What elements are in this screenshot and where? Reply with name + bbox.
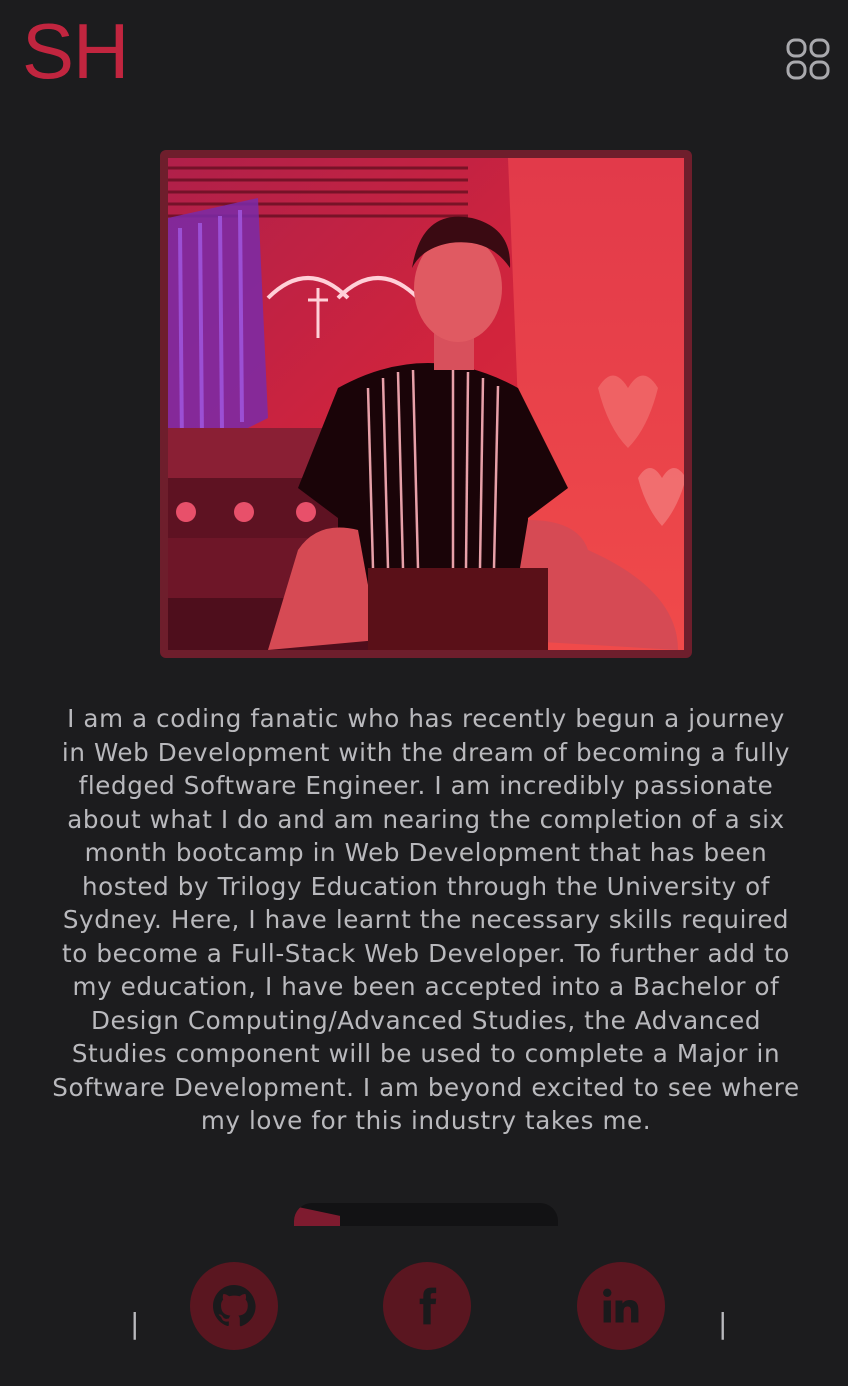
left-separator: | — [130, 1307, 140, 1340]
resume-button[interactable] — [294, 1203, 558, 1226]
facebook-button[interactable] — [383, 1262, 471, 1350]
github-icon — [213, 1285, 256, 1327]
github-button[interactable] — [190, 1262, 278, 1350]
profile-photo — [160, 150, 692, 658]
page: SH I am a coding fanatic who has recentl… — [0, 0, 848, 1386]
right-separator: | — [718, 1307, 728, 1340]
about-bio: I am a coding fanatic who has recently b… — [52, 704, 800, 1135]
site-logo[interactable]: SH — [22, 12, 129, 90]
linkedin-icon — [603, 1288, 639, 1323]
linkedin-button[interactable] — [577, 1262, 665, 1350]
facebook-icon — [419, 1287, 437, 1325]
menu-button[interactable] — [786, 38, 832, 82]
resume-button-accent — [294, 1206, 340, 1226]
grid-four-squares-icon — [786, 38, 830, 80]
